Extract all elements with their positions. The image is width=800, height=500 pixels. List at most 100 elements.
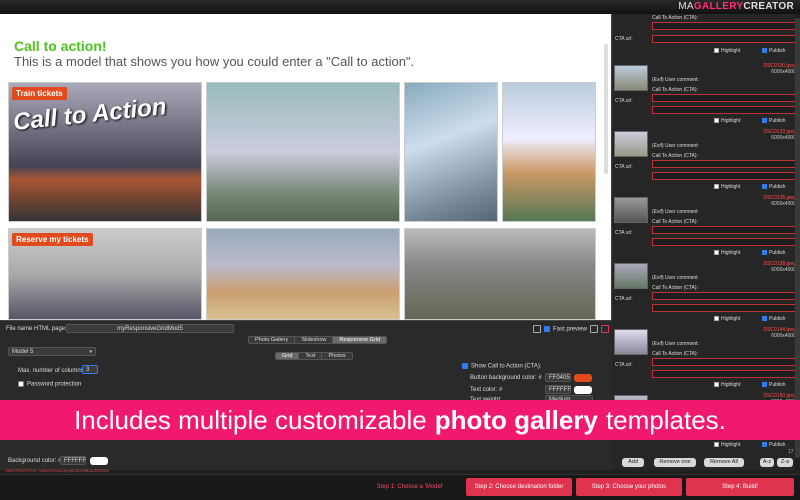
- cta-text-field[interactable]: [652, 292, 796, 300]
- step-1-button[interactable]: Step 1: Choose a 'Model': [360, 478, 460, 496]
- sort-za-button[interactable]: Z-a: [777, 458, 793, 467]
- grid-icon[interactable]: [601, 325, 609, 333]
- cta-text-field[interactable]: [652, 358, 796, 366]
- text-color-input[interactable]: FFFFFF: [545, 385, 571, 394]
- checkbox-box[interactable]: [762, 316, 767, 322]
- photo-thumbnail[interactable]: [614, 197, 648, 223]
- cta-url-field[interactable]: [652, 304, 796, 312]
- tab-photo-gallery[interactable]: Photo Gallery: [249, 337, 296, 343]
- sub-tabs[interactable]: Grid Text Photos: [275, 352, 353, 360]
- photo-thumbnail[interactable]: [614, 329, 648, 355]
- checkbox-box[interactable]: [714, 382, 719, 388]
- checkbox-box[interactable]: [714, 48, 719, 54]
- checkbox-box[interactable]: [762, 184, 767, 190]
- photo-list-item[interactable]: DSC0130.jpeg 6000x4000 (Exif) User comme…: [612, 62, 800, 128]
- show-cta-checkbox[interactable]: Show Call to Action (CTA):: [462, 363, 542, 370]
- cta-url-field[interactable]: [652, 106, 796, 114]
- button-bg-color-input[interactable]: FF0405: [545, 373, 571, 382]
- checkbox-box[interactable]: [714, 118, 719, 124]
- checkbox-box[interactable]: [714, 316, 719, 322]
- publish-checkbox[interactable]: Publish: [762, 184, 785, 190]
- gallery-preview[interactable]: Call to action! This is a model that sho…: [0, 14, 612, 320]
- text-color-swatch[interactable]: [574, 386, 592, 394]
- filename-input[interactable]: myResponsiveGridMod5: [66, 324, 234, 333]
- highlight-checkbox[interactable]: Highlight: [714, 118, 740, 124]
- step-4-button[interactable]: Step 4: Build!: [686, 478, 794, 496]
- checkbox-box[interactable]: [714, 250, 719, 256]
- photo-size: 6000x4000: [771, 201, 796, 207]
- photo-list-item[interactable]: DSC0135.jpeg 6000x4000 (Exif) User comme…: [612, 194, 800, 260]
- checkbox-box[interactable]: [544, 326, 550, 332]
- photo-thumbnail[interactable]: [614, 263, 648, 289]
- photo-train-station[interactable]: Train tickets Call to Action: [8, 82, 202, 222]
- max-columns-input[interactable]: 3: [82, 365, 98, 374]
- checkbox-box[interactable]: [714, 442, 719, 448]
- mode-tabs[interactable]: Photo Gallery Slideshow Responsive Grid: [248, 336, 388, 344]
- cta-text-field[interactable]: [652, 160, 796, 168]
- highlight-checkbox[interactable]: Highlight: [714, 48, 740, 54]
- checkbox-box[interactable]: [762, 382, 767, 388]
- info-icon[interactable]: [533, 325, 541, 333]
- publish-checkbox[interactable]: Publish: [762, 316, 785, 322]
- cta-text-field[interactable]: [652, 226, 796, 234]
- highlight-checkbox[interactable]: Highlight: [714, 316, 740, 322]
- publish-checkbox[interactable]: Publish: [762, 250, 785, 256]
- checkbox-box[interactable]: [762, 442, 767, 448]
- cta-url-field[interactable]: [652, 238, 796, 246]
- checkbox-box[interactable]: [762, 48, 767, 54]
- tab-slideshow[interactable]: Slideshow: [295, 337, 334, 343]
- remove-all-button[interactable]: Remove All: [704, 458, 744, 467]
- photo-thumbnail[interactable]: [614, 65, 648, 91]
- cta-text-field[interactable]: [652, 94, 796, 102]
- bg-color-swatch[interactable]: [90, 457, 108, 465]
- checkbox-box[interactable]: [462, 363, 468, 369]
- photo-list-item[interactable]: DSC0144.jpeg 6000x4000 (Exif) User comme…: [612, 326, 800, 392]
- cta-url-label: CTA url:: [615, 36, 633, 42]
- checkbox-box[interactable]: [18, 381, 24, 387]
- cta-url-field[interactable]: [652, 172, 796, 180]
- highlight-checkbox[interactable]: Highlight: [714, 382, 740, 388]
- checkbox-box[interactable]: [762, 118, 767, 124]
- photo-list-item[interactable]: DSC0133.jpeg 6000x4000 (Exif) User comme…: [612, 128, 800, 194]
- step-3-button[interactable]: Step 3: Choose your photos: [576, 478, 682, 496]
- highlight-checkbox[interactable]: Highlight: [714, 250, 740, 256]
- photo-glass-building[interactable]: [404, 82, 498, 222]
- preview-scrollbar[interactable]: [604, 44, 608, 174]
- publish-checkbox[interactable]: Publish: [762, 48, 785, 54]
- photo-thumbnail[interactable]: [614, 131, 648, 157]
- step-2-button[interactable]: Step 2: Choose destination folder: [466, 478, 572, 496]
- add-button[interactable]: Add: [622, 458, 644, 467]
- cta-text-field[interactable]: [652, 22, 796, 30]
- photo-modern-building[interactable]: [404, 228, 596, 320]
- checkbox-box[interactable]: [762, 250, 767, 256]
- tab-grid[interactable]: Grid: [276, 353, 300, 359]
- checkbox-box[interactable]: [714, 184, 719, 190]
- model-select[interactable]: Model 5 ▾: [8, 347, 96, 356]
- publish-checkbox[interactable]: Publish: [762, 118, 785, 124]
- button-bg-color-swatch[interactable]: [574, 374, 592, 382]
- cta-button-train-tickets[interactable]: Train tickets: [12, 87, 67, 100]
- cta-button-reserve-tickets[interactable]: Reserve my tickets: [12, 233, 93, 246]
- photo-cite-du-vin-street[interactable]: Reserve my tickets: [8, 228, 202, 320]
- sort-az-button[interactable]: A-z: [760, 458, 774, 467]
- bg-color-input[interactable]: FFFFFF: [60, 456, 86, 465]
- cta-url-field[interactable]: [652, 35, 796, 43]
- password-protection-checkbox[interactable]: Password protection: [18, 381, 81, 388]
- photo-bridge-towers[interactable]: [206, 82, 400, 222]
- photo-dune-beach[interactable]: [206, 228, 400, 320]
- comment-icon[interactable]: [590, 325, 598, 333]
- highlight-checkbox[interactable]: Highlight: [714, 184, 740, 190]
- remove-one-button[interactable]: Remove one: [654, 458, 696, 467]
- cta-url-field[interactable]: [652, 370, 796, 378]
- fast-preview-checkbox[interactable]: Fast preview: [544, 326, 587, 333]
- tab-photos[interactable]: Photos: [322, 353, 352, 359]
- destination-path: DESTINATION: /Users/macpaysan/Desktop/DE…: [6, 468, 110, 473]
- publish-checkbox[interactable]: Publish: [762, 382, 785, 388]
- tab-text[interactable]: Text: [299, 353, 323, 359]
- highlight-checkbox[interactable]: Highlight: [714, 442, 740, 448]
- photo-list-item[interactable]: DSC0138.jpeg 6000x4000 (Exif) User comme…: [612, 260, 800, 326]
- publish-checkbox[interactable]: Publish: [762, 442, 785, 448]
- photo-cite-du-vin[interactable]: [502, 82, 596, 222]
- tab-responsive-grid[interactable]: Responsive Grid: [333, 337, 387, 343]
- scrollbar-knob[interactable]: [795, 18, 800, 458]
